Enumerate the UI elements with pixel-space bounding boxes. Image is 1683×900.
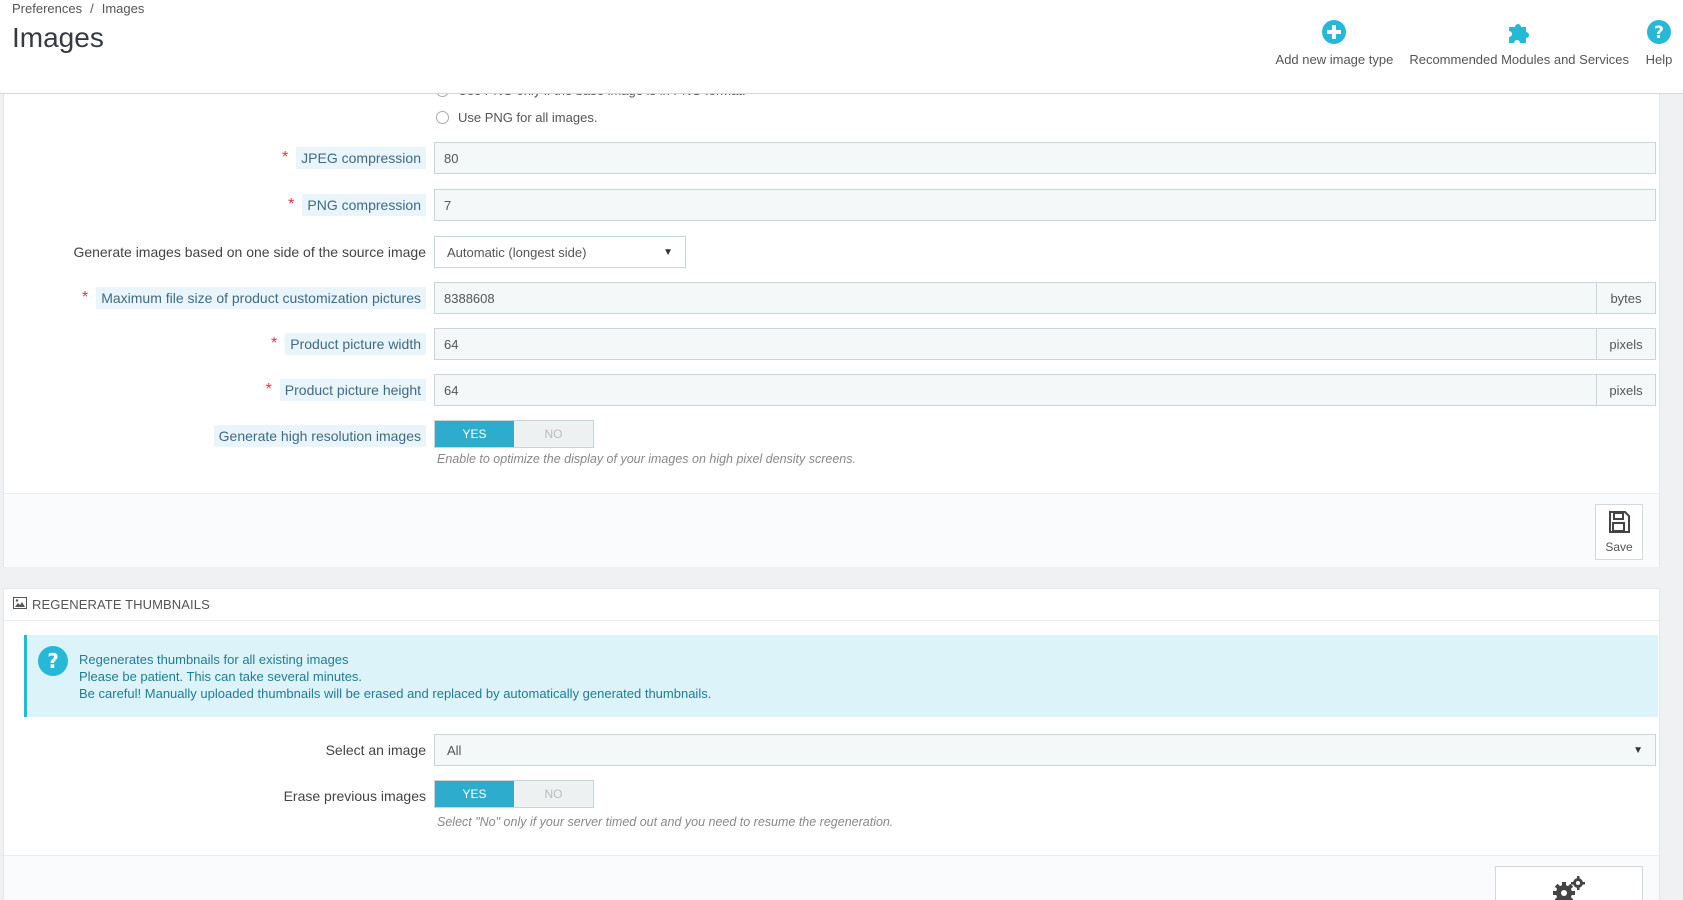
svg-text:?: ? xyxy=(1654,23,1664,43)
breadcrumb-separator: / xyxy=(90,1,94,16)
question-circle-icon: ? xyxy=(1645,18,1673,46)
select-image-row: Select an image All ▼ xyxy=(4,734,1661,766)
max-file-size-row: * Maximum file size of product customiza… xyxy=(4,282,1661,314)
alert-line: Please be patient. This can take several… xyxy=(79,669,363,684)
caret-down-icon: ▼ xyxy=(663,246,673,258)
generate-side-select[interactable]: Automatic (longest side) ▼ xyxy=(434,236,686,268)
caret-down-icon: ▼ xyxy=(1633,744,1643,756)
erase-previous-label-wrap: Erase previous images xyxy=(284,780,426,812)
bytes-addon: bytes xyxy=(1597,282,1656,314)
high-resolution-no[interactable]: NO xyxy=(514,421,593,447)
picture-width-label: Product picture width xyxy=(285,333,426,355)
high-resolution-label-wrap: Generate high resolution images xyxy=(213,420,426,452)
alert-line: Regenerates thumbnails for all existing … xyxy=(79,652,349,667)
select-image-value: All xyxy=(447,742,462,758)
regenerate-heading-title: REGENERATE THUMBNAILS xyxy=(32,597,210,612)
high-resolution-yes[interactable]: YES xyxy=(435,421,514,447)
max-file-size-input[interactable]: 8388608 xyxy=(434,282,1597,314)
erase-previous-no[interactable]: NO xyxy=(514,781,593,807)
add-new-image-type-label: Add new image type xyxy=(1275,52,1394,67)
picture-height-label: Product picture height xyxy=(279,379,426,401)
picture-width-input[interactable]: 64 xyxy=(434,328,1597,360)
regenerate-heading: REGENERATE THUMBNAILS xyxy=(4,589,1659,621)
png-compression-row: * PNG compression 7 xyxy=(4,189,1661,221)
image-icon xyxy=(13,597,27,612)
jpeg-compression-row: * JPEG compression 80 xyxy=(4,142,1661,174)
select-image-label-wrap: Select an image xyxy=(326,734,426,766)
image-settings-footer: Save xyxy=(4,493,1659,567)
png-compression-label: PNG compression xyxy=(302,194,426,216)
png-compression-label-wrap: * PNG compression xyxy=(288,189,426,221)
image-settings-panel: Use PNG only if the base image is in PNG… xyxy=(3,83,1661,567)
high-resolution-row: Generate high resolution images YES NO xyxy=(4,420,1661,452)
plus-circle-icon xyxy=(1320,18,1348,46)
erase-previous-help: Select "No" only if your server timed ou… xyxy=(437,815,894,829)
regenerate-thumbnails-button[interactable] xyxy=(1495,866,1643,900)
generate-side-label: Generate images based on one side of the… xyxy=(73,244,426,260)
save-label: Save xyxy=(1605,540,1633,554)
select-image-label: Select an image xyxy=(325,742,426,758)
page-header: Preferences / Images Images Add new image … xyxy=(0,0,1683,94)
picture-width-row: * Product picture width 64 pixels xyxy=(4,328,1661,360)
page-title: Images xyxy=(12,22,104,53)
high-resolution-toggle[interactable]: YES NO xyxy=(434,420,594,448)
add-new-image-type-button[interactable]: Add new image type xyxy=(1275,18,1394,67)
erase-previous-label: Erase previous images xyxy=(283,788,426,804)
required-marker: * xyxy=(271,335,278,352)
breadcrumb-preferences[interactable]: Preferences xyxy=(12,1,82,16)
breadcrumb-current: Images xyxy=(101,1,145,16)
toolbar: Add new image type Recommended Modules a… xyxy=(1276,18,1673,67)
jpeg-compression-label-wrap: * JPEG compression xyxy=(282,142,426,174)
alert-line: Be careful! Manually uploaded thumbnails… xyxy=(79,686,712,701)
max-file-size-label-wrap: * Maximum file size of product customiza… xyxy=(82,282,426,314)
picture-height-row: * Product picture height 64 pixels xyxy=(4,374,1661,406)
regenerate-info-alert: ? Regenerates thumbnails for all existin… xyxy=(24,635,1658,717)
picture-height-label-wrap: * Product picture height xyxy=(266,374,426,406)
help-button[interactable]: ? Help xyxy=(1645,18,1673,67)
help-label: Help xyxy=(1645,52,1673,67)
png-all-label: Use PNG for all images. xyxy=(458,110,598,125)
generate-side-row: Generate images based on one side of the… xyxy=(4,236,1661,268)
required-marker: * xyxy=(281,149,289,166)
generate-side-label-wrap: Generate images based on one side of the… xyxy=(73,236,426,268)
picture-width-label-wrap: * Product picture width xyxy=(271,328,426,360)
png-all-radio[interactable] xyxy=(436,111,449,124)
high-resolution-label: Generate high resolution images xyxy=(213,425,426,447)
erase-previous-yes[interactable]: YES xyxy=(435,781,514,807)
generate-side-value: Automatic (longest side) xyxy=(447,244,587,260)
max-file-size-label: Maximum file size of product customizati… xyxy=(96,287,426,309)
required-marker: * xyxy=(81,289,89,306)
question-circle-icon: ? xyxy=(37,645,69,677)
alert-text: Regenerates thumbnails for all existing … xyxy=(79,651,711,702)
save-button[interactable]: Save xyxy=(1595,504,1643,560)
svg-text:?: ? xyxy=(47,649,59,673)
jpeg-compression-label: JPEG compression xyxy=(296,147,426,169)
puzzle-icon xyxy=(1505,18,1533,46)
recommended-modules-label: Recommended Modules and Services xyxy=(1409,52,1629,67)
regenerate-footer xyxy=(4,855,1659,900)
gears-icon xyxy=(1552,875,1586,900)
select-image-dropdown[interactable]: All ▼ xyxy=(434,734,1656,766)
picture-height-input[interactable]: 64 xyxy=(434,374,1597,406)
jpeg-compression-input[interactable]: 80 xyxy=(434,142,1656,174)
high-resolution-help: Enable to optimize the display of your i… xyxy=(437,452,856,466)
erase-previous-toggle[interactable]: YES NO xyxy=(434,780,594,808)
png-option-all[interactable]: Use PNG for all images. xyxy=(436,110,597,125)
breadcrumb: Preferences / Images xyxy=(12,1,144,16)
png-compression-input[interactable]: 7 xyxy=(434,189,1656,221)
floppy-icon xyxy=(1607,510,1631,537)
erase-previous-row: Erase previous images YES NO xyxy=(4,780,1661,812)
recommended-modules-button[interactable]: Recommended Modules and Services xyxy=(1409,18,1629,67)
required-marker: * xyxy=(265,381,272,398)
pixels-addon: pixels xyxy=(1597,374,1656,406)
required-marker: * xyxy=(288,196,295,213)
pixels-addon: pixels xyxy=(1597,328,1656,360)
regenerate-thumbnails-panel: REGENERATE THUMBNAILS ? Regenerates thum… xyxy=(3,588,1660,900)
